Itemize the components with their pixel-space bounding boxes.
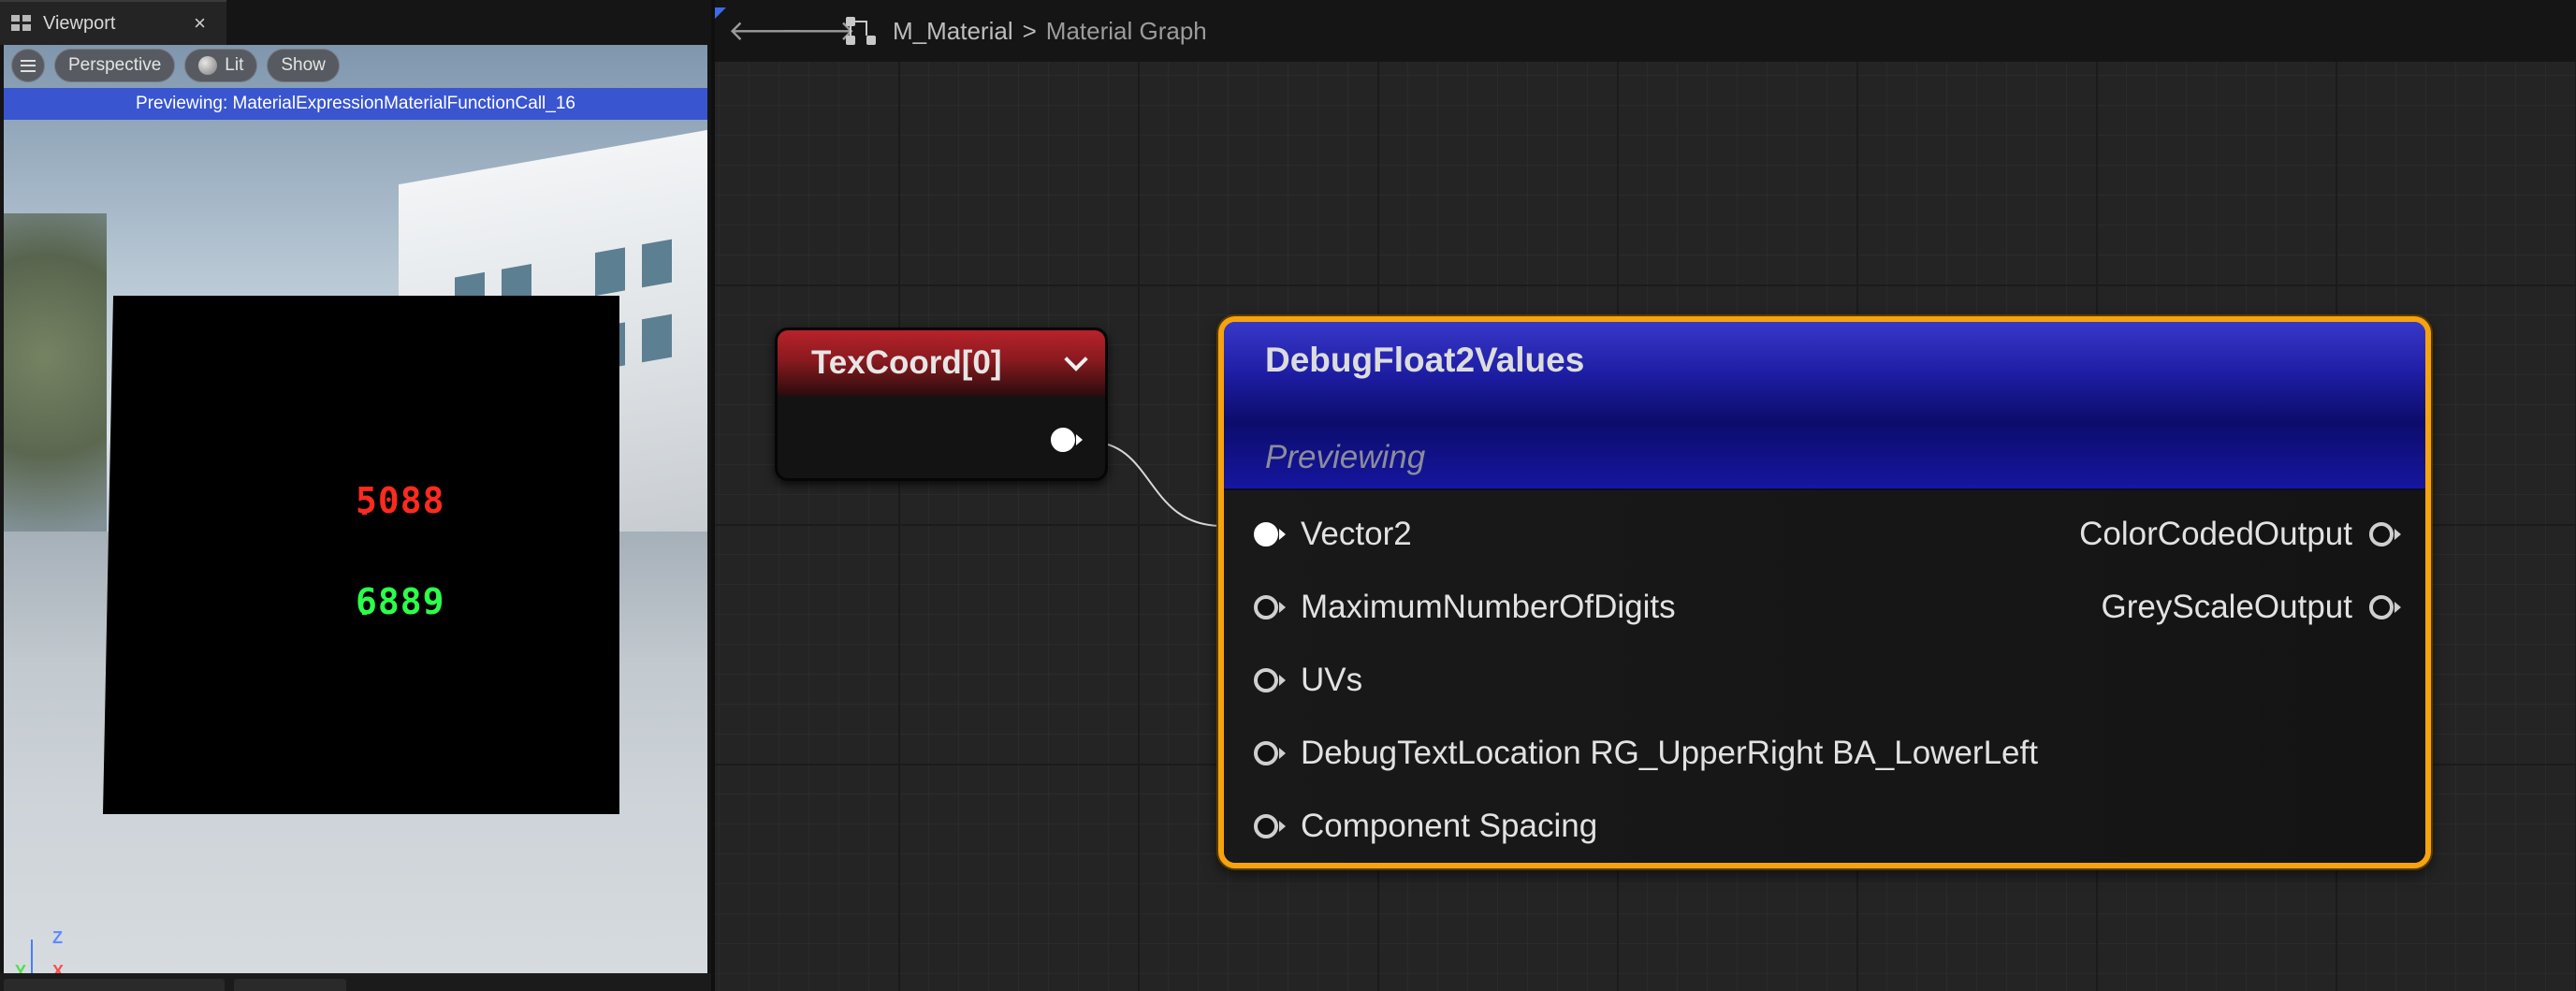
green-digits: 6889 bbox=[356, 581, 445, 622]
pin-label: MaximumNumberOfDigits bbox=[1301, 589, 1676, 625]
pin-empty-icon bbox=[1254, 814, 1278, 838]
hamburger-menu-icon bbox=[21, 59, 36, 72]
viewport-tabbar bbox=[226, 0, 711, 45]
show-button[interactable]: Show bbox=[267, 49, 340, 82]
debug-node-body: Vector2 MaximumNumberOfDigits UVs DebugT… bbox=[1224, 490, 2425, 863]
pin-label: ColorCodedOutput bbox=[2079, 516, 2352, 552]
input-pin-vector2[interactable]: Vector2 bbox=[1254, 516, 1412, 553]
red-digits: 5088 bbox=[356, 480, 445, 521]
input-pin-uvs[interactable]: UVs bbox=[1254, 662, 1362, 699]
debug-node-subtitle: Previewing bbox=[1265, 439, 1426, 475]
details-tab[interactable] bbox=[4, 979, 225, 991]
input-pin-max-digits[interactable]: MaximumNumberOfDigits bbox=[1254, 589, 1676, 626]
texcoord-output-pin[interactable] bbox=[1051, 428, 1083, 452]
pin-label: UVs bbox=[1301, 662, 1363, 698]
close-tab-icon[interactable]: × bbox=[194, 11, 206, 36]
texcoord-node[interactable]: TexCoord[0] bbox=[775, 328, 1108, 481]
input-pin-component-spacing[interactable]: Component Spacing bbox=[1254, 808, 1597, 845]
breadcrumb-current[interactable]: Material Graph bbox=[1046, 17, 1207, 46]
pin-arrow-icon bbox=[1279, 821, 1286, 832]
breadcrumb-asset[interactable]: M_Material bbox=[893, 17, 1013, 46]
output-pin-greyscale[interactable]: GreyScaleOutput bbox=[2102, 589, 2401, 626]
pin-arrow-icon bbox=[2394, 529, 2401, 540]
pin-arrow-icon bbox=[1279, 748, 1286, 759]
axis-gizmo: Z X Y bbox=[15, 928, 71, 973]
pin-label: Component Spacing bbox=[1301, 808, 1598, 844]
output-pin-color-coded[interactable]: ColorCodedOutput bbox=[2079, 516, 2401, 553]
input-pin-debug-text-location[interactable]: DebugTextLocation RG_UpperRight BA_Lower… bbox=[1254, 735, 2038, 772]
pin-empty-icon bbox=[2369, 595, 2394, 619]
debug-node-header[interactable]: DebugFloat2Values Previewing bbox=[1224, 322, 2425, 490]
pin-arrow-icon bbox=[1279, 602, 1286, 613]
pin-label: DebugTextLocation RG_UpperRight BA_Lower… bbox=[1301, 735, 2038, 771]
axis-z-label: Z bbox=[52, 928, 63, 947]
pin-arrow-icon bbox=[2394, 602, 2401, 613]
graph-icon bbox=[846, 17, 878, 45]
viewport-panel: Viewport × 5088 6889 Z X Y Perspective L… bbox=[0, 0, 711, 991]
preview-quad: 5088 6889 bbox=[103, 296, 619, 814]
pin-empty-icon bbox=[2369, 522, 2394, 547]
chevron-right-icon: > bbox=[1022, 16, 1037, 45]
pin-empty-icon bbox=[1254, 741, 1278, 765]
graph-header: 🡐 🡒 M_Material > Material Graph bbox=[715, 0, 2576, 62]
chevron-down-icon[interactable] bbox=[1064, 347, 1088, 372]
pin-connected-icon bbox=[1254, 522, 1278, 547]
pin-label: Vector2 bbox=[1301, 516, 1412, 552]
texcoord-node-title: TexCoord[0] bbox=[811, 344, 1002, 381]
pin-label: GreyScaleOutput bbox=[2101, 589, 2352, 625]
pin-empty-icon bbox=[1254, 668, 1278, 692]
viewport-tab-icon bbox=[11, 15, 32, 32]
debug-node-title: DebugFloat2Values bbox=[1265, 341, 1585, 379]
arrow-left-icon[interactable]: 🡐 bbox=[728, 14, 803, 48]
debug-float2-values-node[interactable]: DebugFloat2Values Previewing Vector2 Max… bbox=[1218, 316, 2431, 868]
perspective-button[interactable]: Perspective bbox=[54, 49, 176, 82]
axis-y-label: Y bbox=[15, 962, 27, 973]
texcoord-node-header[interactable]: TexCoord[0] bbox=[778, 330, 1105, 396]
pin-arrow-icon bbox=[1279, 675, 1286, 686]
scene-trees bbox=[4, 213, 107, 569]
pin-connected-icon bbox=[1051, 428, 1075, 452]
graph-corner-marker bbox=[715, 7, 726, 19]
parameters-tab[interactable] bbox=[234, 979, 346, 991]
pin-empty-icon bbox=[1254, 595, 1278, 619]
preview-banner: Previewing: MaterialExpressionMaterialFu… bbox=[4, 88, 707, 120]
viewport-toolbar: Perspective Lit Show bbox=[4, 47, 707, 84]
viewport-tab[interactable]: Viewport × bbox=[0, 0, 226, 45]
bottom-tabs bbox=[0, 973, 711, 991]
breadcrumb: M_Material > Material Graph bbox=[893, 17, 1207, 46]
lit-button[interactable]: Lit bbox=[184, 49, 258, 82]
pin-arrow-icon bbox=[1076, 434, 1083, 445]
arrow-right-icon[interactable]: 🡒 bbox=[780, 14, 855, 48]
viewport-view[interactable]: 5088 6889 Z X Y bbox=[4, 45, 707, 973]
viewport-tab-label: Viewport bbox=[43, 12, 116, 34]
viewport-menu-button[interactable] bbox=[11, 49, 45, 82]
lit-button-label: Lit bbox=[225, 55, 244, 75]
axis-x-label: X bbox=[52, 962, 65, 973]
lit-sphere-icon bbox=[198, 56, 218, 75]
material-graph-panel[interactable]: 🡐 🡒 M_Material > Material Graph TexCoord… bbox=[715, 0, 2576, 991]
pin-arrow-icon bbox=[1279, 529, 1286, 540]
